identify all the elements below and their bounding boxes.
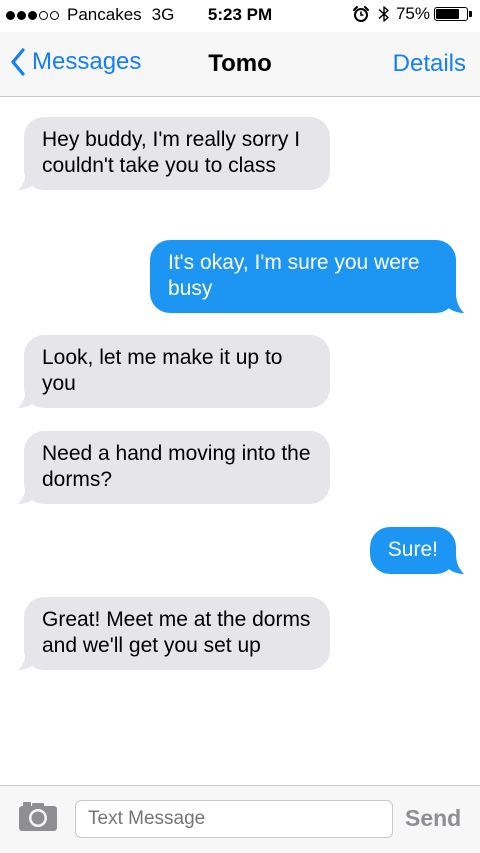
carrier-name: Pancakes — [67, 5, 142, 24]
status-left: Pancakes 3G — [6, 5, 174, 25]
message-bubble: Great! Meet me at the dorms and we'll ge… — [24, 597, 330, 670]
bluetooth-icon — [378, 6, 389, 22]
message-incoming: Need a hand moving into the dorms? — [18, 431, 330, 504]
message-outgoing: Sure! — [363, 527, 464, 574]
message-bubble: Look, let me make it up to you — [24, 335, 330, 408]
navigation-bar: Messages Tomo Details — [0, 32, 480, 97]
battery-icon — [434, 7, 468, 21]
message-incoming: Great! Meet me at the dorms and we'll ge… — [18, 597, 330, 670]
message-composer: Send — [0, 785, 480, 853]
message-bubble: Hey buddy, I'm really sorry I couldn't t… — [24, 117, 330, 190]
camera-button[interactable] — [18, 800, 58, 837]
signal-dot — [50, 10, 59, 20]
battery-percent: 75% — [395, 4, 430, 23]
message-bubble: It's okay, I'm sure you were busy — [150, 240, 456, 313]
alarm-clock-icon — [352, 6, 369, 22]
message-incoming: Hey buddy, I'm really sorry I couldn't t… — [18, 117, 330, 190]
signal-dot — [6, 10, 15, 20]
status-right: 75% — [352, 4, 472, 24]
signal-strength-icon — [6, 10, 61, 20]
status-bar: Pancakes 3G 5:23 PM 75% — [0, 0, 480, 32]
send-button[interactable]: Send — [405, 805, 461, 832]
back-button[interactable]: Messages — [10, 48, 141, 76]
details-button[interactable]: Details — [393, 50, 466, 78]
message-outgoing: It's okay, I'm sure you were busy — [150, 240, 464, 313]
message-bubble: Need a hand moving into the dorms? — [24, 431, 330, 504]
message-incoming: Look, let me make it up to you — [18, 335, 330, 408]
message-bubble: Sure! — [369, 527, 456, 574]
battery-fill — [436, 9, 459, 19]
signal-dot — [39, 10, 48, 20]
signal-dot — [17, 10, 26, 20]
message-thread[interactable]: Hey buddy, I'm really sorry I couldn't t… — [0, 97, 480, 785]
battery-tip — [469, 11, 472, 17]
message-input[interactable] — [75, 800, 393, 838]
camera-icon — [19, 802, 57, 831]
signal-dot — [28, 10, 37, 20]
chevron-left-icon — [11, 48, 25, 76]
back-label: Messages — [32, 48, 142, 75]
network-type: 3G — [151, 5, 175, 24]
